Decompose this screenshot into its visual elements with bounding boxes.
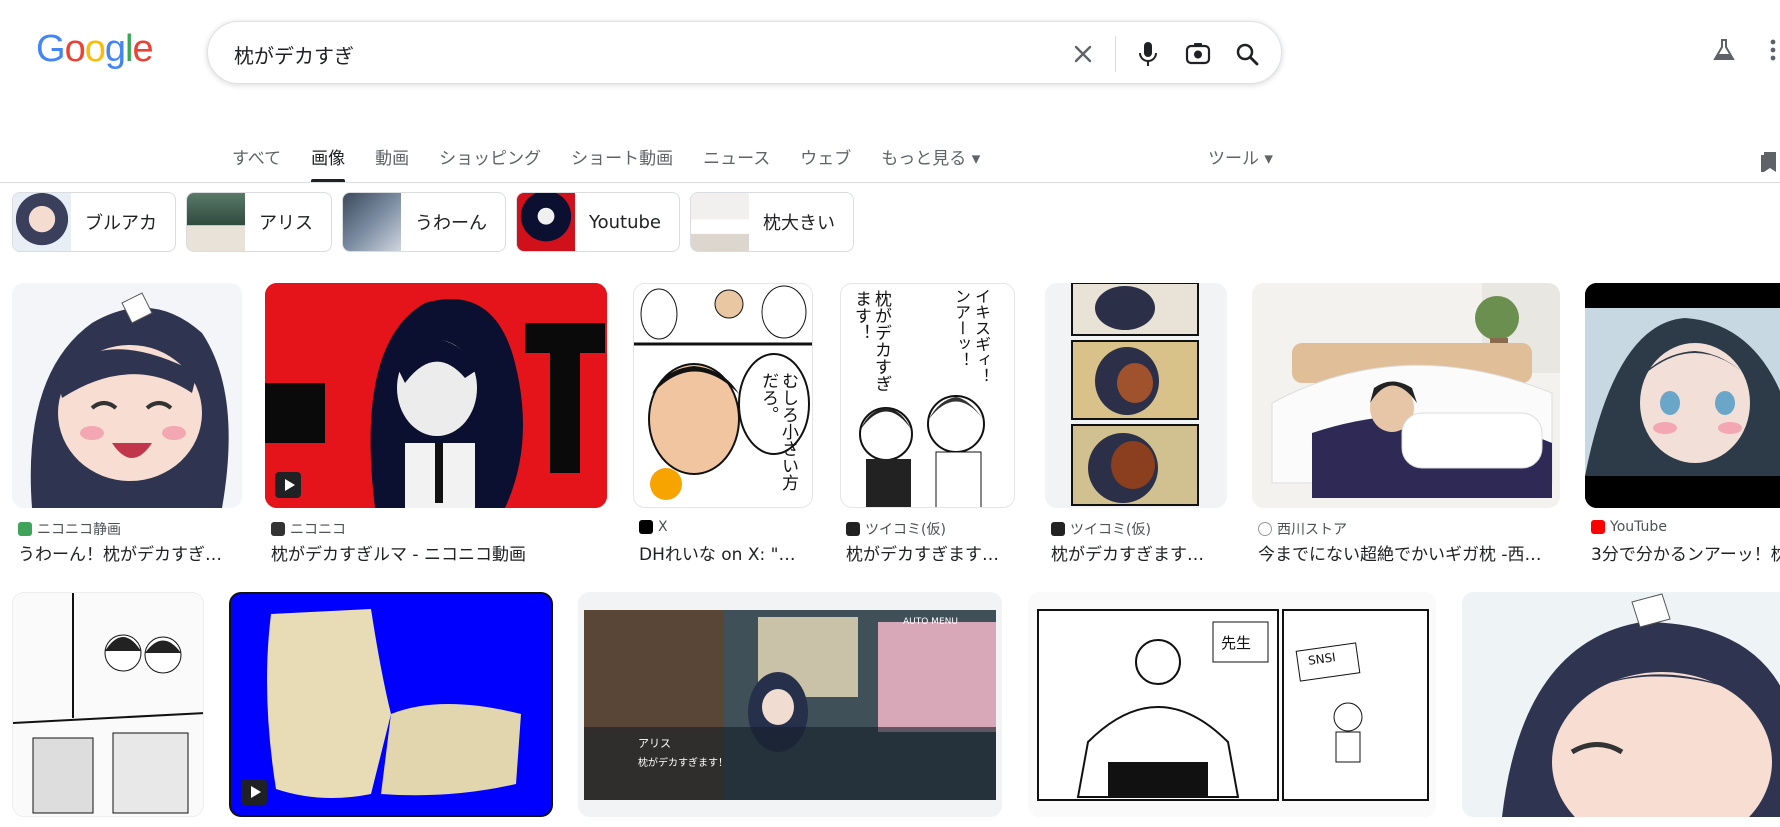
result-title[interactable]: うわーん！枕がデカすぎ…: [18, 540, 242, 565]
chip-thumbnail: [691, 193, 749, 251]
tab-news[interactable]: ニュース: [703, 144, 770, 182]
result-image[interactable]: [1585, 283, 1780, 508]
search-icon[interactable]: [1232, 39, 1262, 69]
image-result[interactable]: 西川ストア 今までにない超絶でかいギガ枕 -西…: [1252, 283, 1560, 565]
result-image[interactable]: むしろ小さい方だろ。: [633, 283, 813, 508]
tabs-divider: [0, 182, 1780, 183]
microphone-icon[interactable]: [1133, 39, 1163, 69]
image-result[interactable]: ニコニコ 枕がデカすぎルマ - ニコニコ動画: [265, 283, 607, 565]
result-image[interactable]: [229, 592, 553, 817]
game-character-name: アリス: [638, 737, 671, 750]
result-title[interactable]: 今までにない超絶でかいギガ枕 -西…: [1258, 540, 1560, 565]
chip-label: ブルアカ: [85, 213, 157, 234]
image-result[interactable]: YouTube 3分で分かるンアーッ！枕: [1585, 283, 1780, 565]
manga-speech-text: 枕がデカすぎます！: [851, 290, 891, 392]
result-image[interactable]: [1252, 283, 1560, 508]
chip-bluearchive[interactable]: ブルアカ: [12, 192, 176, 252]
result-source[interactable]: ツイコミ(仮): [846, 519, 946, 539]
video-play-icon: [241, 779, 267, 805]
tab-images[interactable]: 画像: [311, 144, 346, 182]
niconico-favicon: [271, 522, 285, 536]
image-result[interactable]: [1462, 592, 1780, 820]
result-title[interactable]: DHれいな on X: "…: [639, 540, 813, 565]
result-source[interactable]: 西川ストア: [1258, 519, 1347, 539]
source-name: X: [658, 519, 668, 535]
result-title[interactable]: 枕がデカすぎます…: [846, 540, 1015, 565]
chip-label: 枕大きい: [763, 213, 835, 234]
more-options-icon[interactable]: [1757, 34, 1780, 66]
tab-short-videos[interactable]: ショート動画: [571, 144, 673, 182]
result-image[interactable]: [1462, 592, 1780, 817]
tab-more[interactable]: もっと見る ▾: [881, 144, 980, 182]
niconico-seiga-favicon: [18, 522, 32, 536]
result-title[interactable]: 枕がデカすぎます…: [1051, 540, 1227, 565]
result-source[interactable]: ツイコミ(仮): [1051, 519, 1151, 539]
chip-thumbnail: [517, 193, 575, 251]
manga-speech-text: むしろ小さい方だろ。: [758, 372, 798, 491]
result-image[interactable]: [12, 592, 204, 817]
twicomi-favicon: [1051, 522, 1065, 536]
chip-big-pillow[interactable]: 枕大きい: [690, 192, 854, 252]
bookmark-icon[interactable]: [1760, 150, 1780, 174]
chip-thumbnail: [187, 193, 245, 251]
chip-uwaan[interactable]: うわーん: [342, 192, 506, 252]
image-result[interactable]: アリス 枕がデカすぎます！ AUTO MENU: [578, 592, 1002, 820]
source-name: ニコニコ: [290, 522, 346, 538]
result-source[interactable]: X: [639, 519, 668, 535]
tab-shopping[interactable]: ショッピング: [439, 144, 541, 182]
image-result[interactable]: ツイコミ(仮) 枕がデカすぎます…: [1045, 283, 1227, 565]
youtube-favicon: [1591, 520, 1605, 534]
game-menu-label: AUTO MENU: [903, 617, 958, 627]
result-image[interactable]: 先生 SNSI: [1028, 592, 1436, 817]
result-source[interactable]: YouTube: [1591, 519, 1667, 535]
video-play-icon: [275, 472, 301, 498]
tab-all[interactable]: すべて: [232, 144, 281, 182]
image-result[interactable]: むしろ小さい方だろ。 X DHれいな on X: "…: [633, 283, 813, 565]
chip-thumbnail: [13, 193, 71, 251]
result-image[interactable]: アリス 枕がデカすぎます！ AUTO MENU: [578, 592, 1002, 817]
result-source[interactable]: ニコニコ静画: [18, 519, 121, 539]
result-image[interactable]: 枕がデカすぎます！ イキスギィ！ンアーッ！: [840, 283, 1015, 508]
game-dialogue: 枕がデカすぎます！: [638, 758, 728, 769]
search-box[interactable]: 枕がデカすぎ: [207, 21, 1282, 84]
chip-label: うわーん: [415, 213, 487, 234]
chip-label: Youtube: [589, 211, 661, 233]
chip-youtube[interactable]: Youtube: [516, 192, 680, 252]
image-result[interactable]: ニコニコ静画 うわーん！枕がデカすぎ…: [12, 283, 242, 565]
search-separator: [1115, 36, 1116, 72]
image-result[interactable]: 枕がデカすぎます！ イキスギィ！ンアーッ！ ツイコミ(仮) 枕がデカすぎます…: [840, 283, 1015, 565]
image-result[interactable]: [12, 592, 204, 820]
search-tabs: すべて 画像 動画 ショッピング ショート動画 ニュース ウェブ もっと見る ▾: [232, 144, 1010, 182]
image-result[interactable]: [229, 592, 553, 820]
nishikawa-favicon: [1258, 522, 1272, 536]
source-name: 西川ストア: [1277, 522, 1347, 538]
chip-alice[interactable]: アリス: [186, 192, 332, 252]
source-name: ニコニコ静画: [37, 522, 121, 538]
tab-web[interactable]: ウェブ: [800, 144, 851, 182]
camera-lens-icon[interactable]: [1183, 39, 1213, 69]
source-name: ツイコミ(仮): [1070, 522, 1151, 538]
google-logo[interactable]: Google: [36, 28, 154, 71]
tools-button[interactable]: ツール ▾: [1208, 144, 1273, 169]
manga-sign-text: 先生: [1221, 634, 1252, 652]
chip-thumbnail: [343, 193, 401, 251]
result-image[interactable]: [12, 283, 242, 508]
clear-icon[interactable]: [1068, 39, 1098, 69]
related-chips: ブルアカ アリス うわーん Youtube 枕大きい: [12, 192, 854, 252]
labs-flask-icon[interactable]: [1708, 34, 1740, 66]
result-source[interactable]: ニコニコ: [271, 519, 346, 539]
result-image[interactable]: [265, 283, 607, 508]
manga-speech-text: イキスギィ！ンアーッ！: [952, 288, 991, 384]
result-title[interactable]: 枕がデカすぎルマ - ニコニコ動画: [271, 540, 607, 565]
image-result[interactable]: 先生 SNSI: [1028, 592, 1436, 820]
tab-videos[interactable]: 動画: [375, 144, 409, 182]
source-name: ツイコミ(仮): [865, 522, 946, 538]
twicomi-favicon: [846, 522, 860, 536]
chip-label: アリス: [259, 213, 313, 234]
result-title[interactable]: 3分で分かるンアーッ！枕: [1591, 540, 1780, 565]
search-input[interactable]: 枕がデカすぎ: [234, 40, 354, 69]
x-favicon: [639, 520, 653, 534]
source-name: YouTube: [1610, 519, 1667, 535]
result-image[interactable]: [1045, 283, 1227, 508]
